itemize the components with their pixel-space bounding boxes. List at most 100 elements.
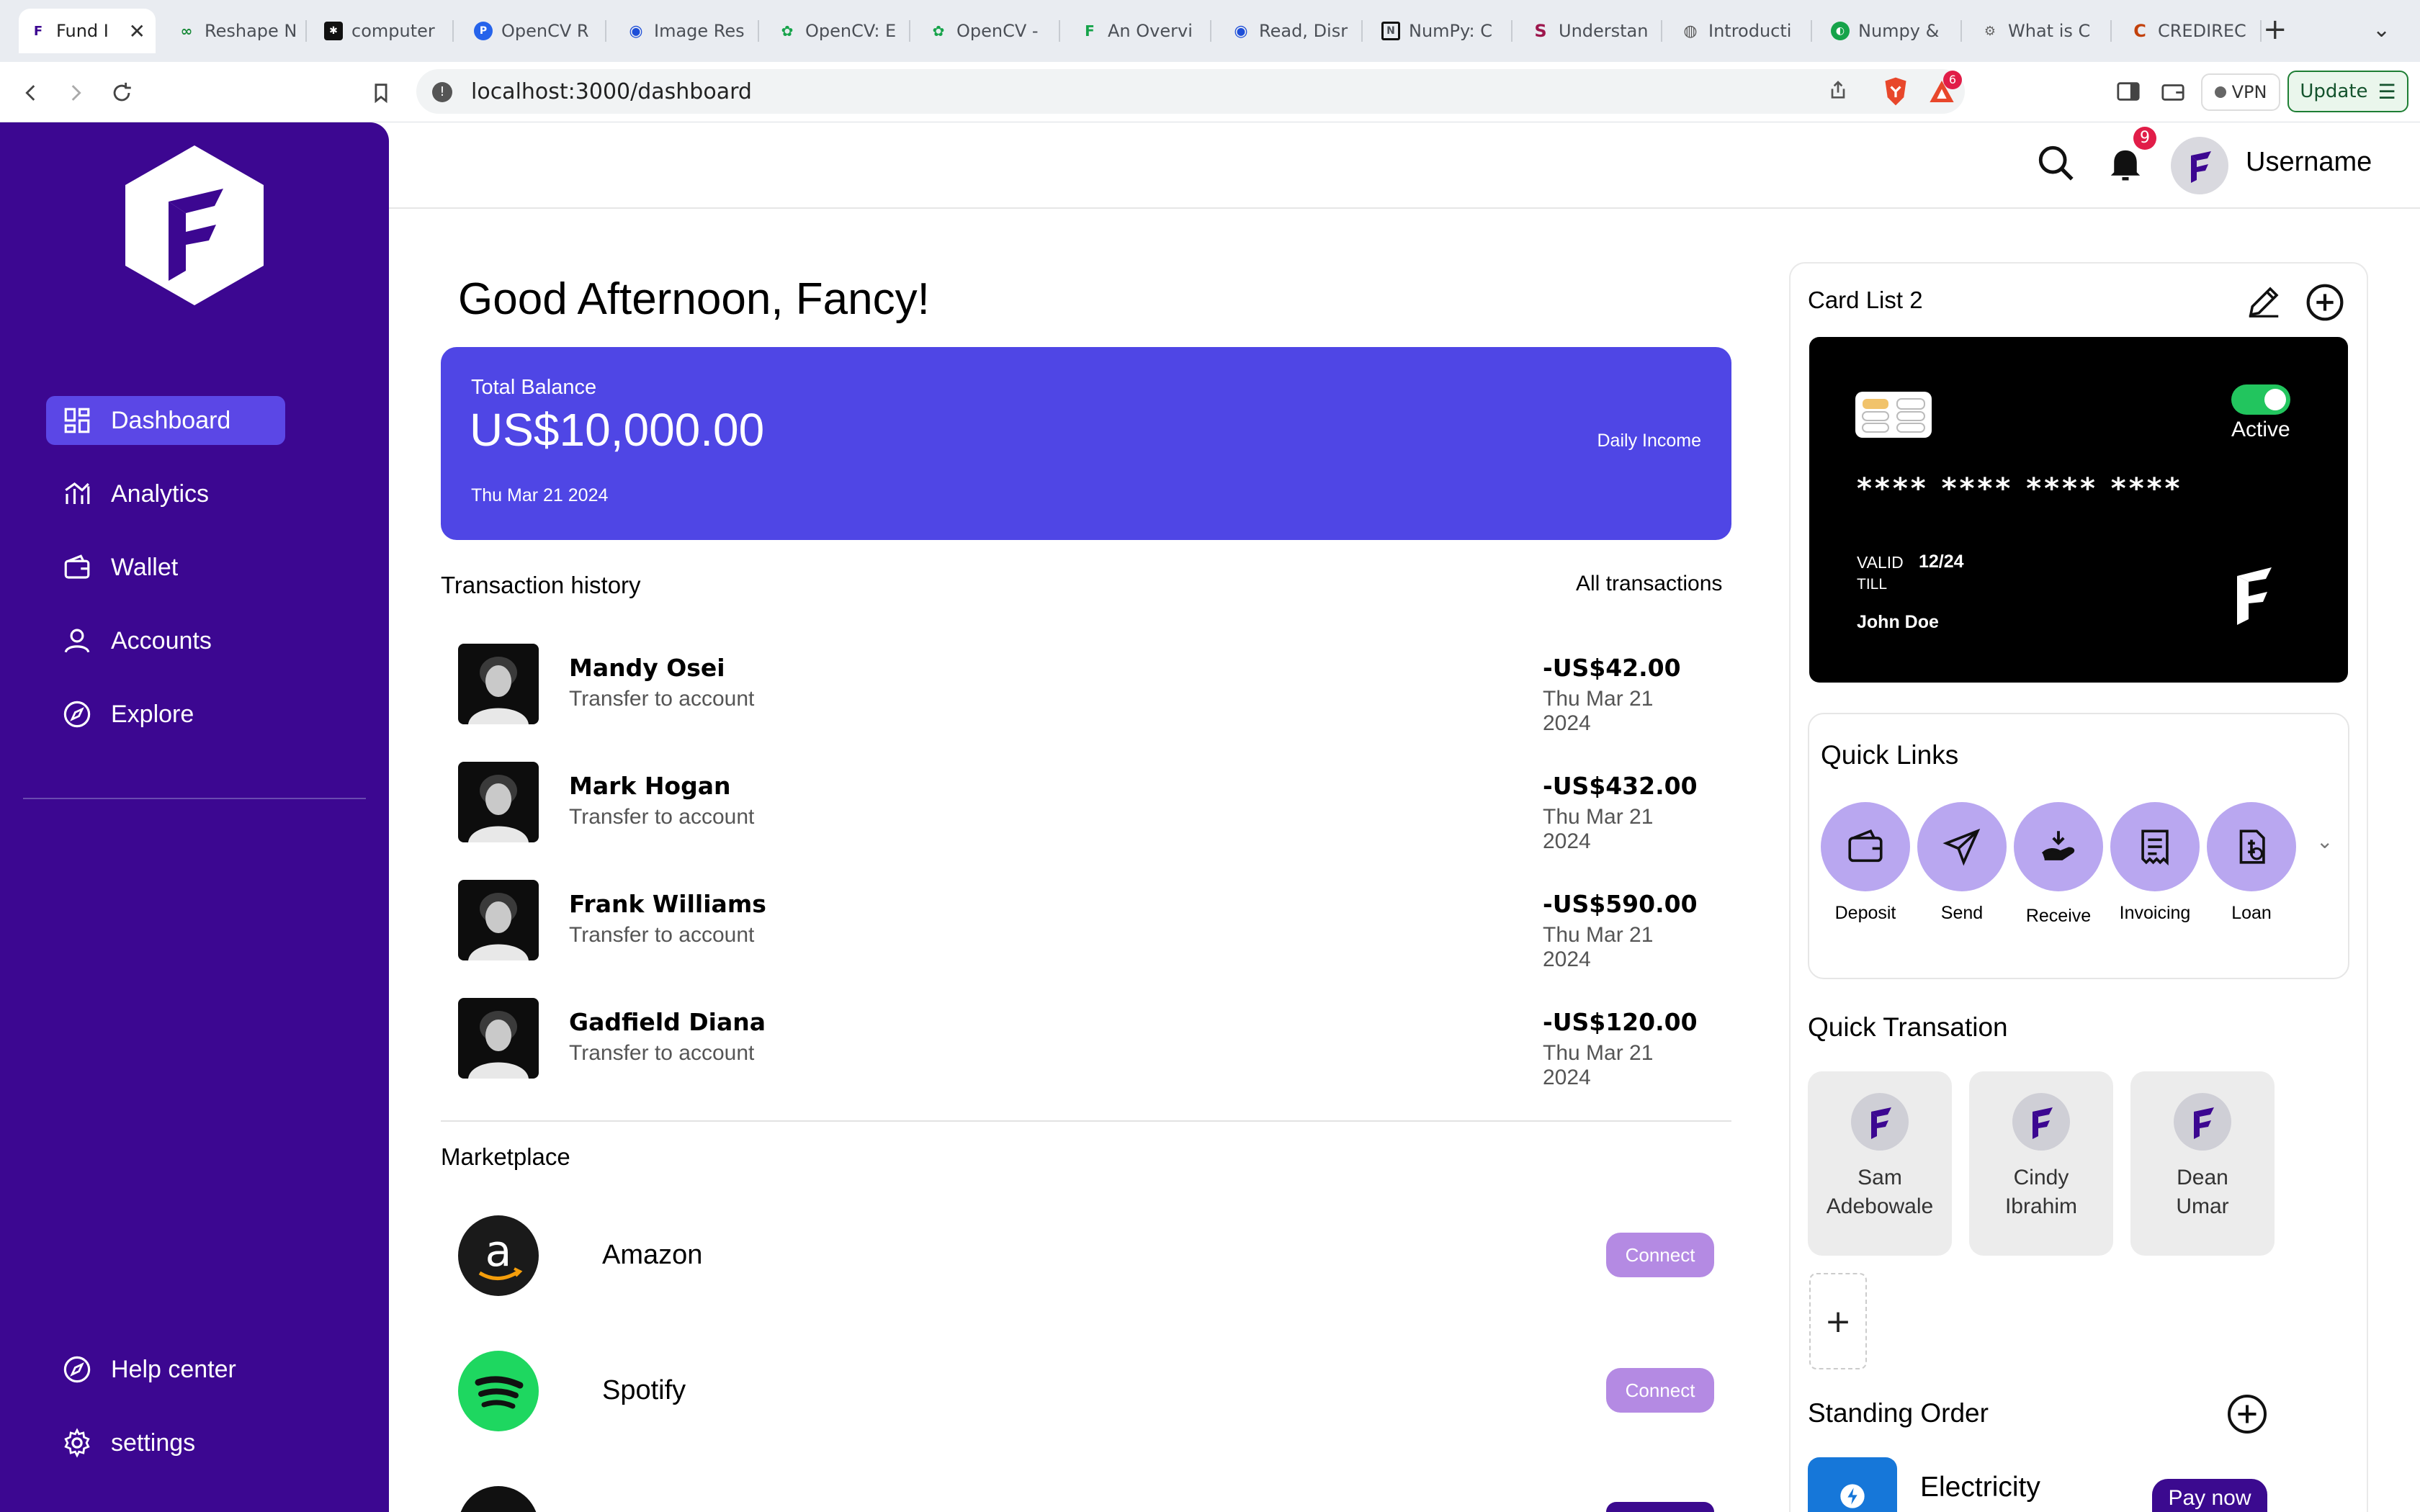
card-expiry: 12/24: [1919, 552, 1964, 572]
bookmark-icon[interactable]: [369, 81, 393, 105]
quick-link-loan[interactable]: Loan: [2207, 802, 2296, 924]
vpn-button[interactable]: VPN: [2201, 73, 2280, 111]
table-row[interactable]: Mandy Osei Transfer to account -US$42.00…: [458, 644, 1714, 735]
quick-link-receive[interactable]: Receive: [2014, 802, 2103, 927]
sidebar-item-wallet[interactable]: Wallet: [46, 543, 285, 592]
browser-tab-active[interactable]: F Fund I ✕: [19, 9, 156, 53]
analytics-icon: [65, 482, 90, 504]
sidebar-item-help-center[interactable]: Help center: [46, 1345, 285, 1394]
connect-button-partial[interactable]: [1606, 1502, 1714, 1512]
browser-tab[interactable]: C CREDIREC: [2120, 9, 2257, 53]
wallet-toolbar-icon[interactable]: [2161, 81, 2185, 102]
update-button[interactable]: Update ☰: [2287, 71, 2408, 112]
balance-amount: US$10,000.00: [470, 404, 765, 456]
favicon-icon: N: [1381, 22, 1400, 40]
tab-list-chevron-icon[interactable]: ⌄: [2372, 17, 2390, 42]
quick-link-label: Receive: [2025, 906, 2092, 926]
chevron-down-icon[interactable]: ⌄: [2316, 829, 2333, 853]
daily-income-label[interactable]: Daily Income: [1597, 431, 1702, 451]
credit-card[interactable]: Active **** **** **** **** VALID TILL 12…: [1809, 337, 2348, 683]
browser-tab[interactable]: ◍ Introducti: [1671, 9, 1808, 53]
pay-now-button[interactable]: Pay now: [2152, 1479, 2267, 1512]
loan-icon: [2239, 829, 2265, 864]
site-info-icon[interactable]: !: [432, 82, 452, 102]
table-row[interactable]: Frank Williams Transfer to account -US$5…: [458, 880, 1714, 971]
connect-button[interactable]: Connect: [1606, 1368, 1714, 1413]
search-icon[interactable]: [2035, 143, 2077, 184]
invoice-icon: [2141, 829, 2169, 866]
add-card-icon[interactable]: [2305, 282, 2345, 323]
share-icon[interactable]: [1827, 79, 1850, 102]
sidebar-item-label: Accounts: [111, 626, 212, 654]
transaction-name: Frank Williams: [569, 890, 766, 918]
favicon-icon: ✱: [324, 22, 343, 40]
quick-contact[interactable]: Sam Adebowale: [1808, 1071, 1952, 1256]
browser-tab[interactable]: ∞ Reshape N: [167, 9, 304, 53]
address-bar[interactable]: ! localhost:3000/dashboard: [416, 69, 1965, 114]
username[interactable]: Username: [2246, 147, 2372, 178]
browser-tab[interactable]: P OpenCV R: [464, 9, 601, 53]
back-icon[interactable]: [19, 81, 43, 105]
electricity-icon: [1808, 1457, 1897, 1512]
connect-button[interactable]: Connect: [1606, 1233, 1714, 1277]
all-transactions-link[interactable]: All transactions: [1576, 572, 1722, 596]
browser-tab[interactable]: ◉ Image Res: [617, 9, 753, 53]
card-brand-logo: [2237, 567, 2272, 625]
transaction-name: Mandy Osei: [569, 654, 725, 682]
new-tab-button[interactable]: +: [2263, 13, 2287, 46]
bell-icon[interactable]: [2106, 144, 2145, 184]
brave-shield-icon[interactable]: [1881, 76, 1910, 107]
transaction-amount: -US$432.00: [1543, 772, 1698, 800]
quick-link-deposit[interactable]: Deposit: [1821, 802, 1910, 924]
quick-link-invoicing[interactable]: Invoicing: [2110, 802, 2200, 924]
sidebar-item-explore[interactable]: Explore: [46, 690, 285, 739]
brand-logo-icon: [2033, 1107, 2053, 1139]
sidebar-item-dashboard[interactable]: Dashboard: [46, 396, 285, 445]
avatar: [2174, 1093, 2231, 1151]
sidebar-item-settings[interactable]: settings: [46, 1418, 285, 1467]
contact-last-name: Ibrahim: [2004, 1194, 2078, 1218]
sidebar-toggle-icon[interactable]: [2116, 81, 2141, 102]
browser-tab[interactable]: ◉ Read, Disr: [1222, 9, 1358, 53]
browser-tab[interactable]: ◐ Numpy &: [1821, 9, 1958, 53]
quick-contact[interactable]: Cindy Ibrahim: [1969, 1071, 2113, 1256]
sidebar-item-accounts[interactable]: Accounts: [46, 616, 285, 665]
quick-link-send[interactable]: Send: [1917, 802, 2007, 924]
sidebar-item-label: Wallet: [111, 553, 179, 581]
url-text[interactable]: localhost:3000/dashboard: [471, 79, 752, 104]
contact-last-name: Adebowale: [1826, 1194, 1934, 1218]
browser-tab[interactable]: ⚙ What is C: [1971, 9, 2107, 53]
browser-tab[interactable]: ✱ computer: [314, 9, 451, 53]
list-item: Spotify Connect: [458, 1351, 1714, 1434]
quick-link-label: Invoicing: [2119, 903, 2191, 923]
balance-date: Thu Mar 21 2024: [471, 485, 609, 505]
browser-tab[interactable]: ✿ OpenCV -: [919, 9, 1056, 53]
brand-logo[interactable]: [124, 144, 265, 307]
transaction-amount: -US$42.00: [1543, 654, 1681, 682]
contact-first-name: Dean: [2177, 1166, 2228, 1189]
close-tab-icon[interactable]: ✕: [129, 19, 145, 43]
edit-icon[interactable]: [2244, 282, 2283, 321]
browser-tab[interactable]: F An Overvi: [1070, 9, 1207, 53]
forward-icon[interactable]: [63, 81, 88, 105]
add-standing-order-icon[interactable]: [2226, 1392, 2269, 1436]
sidebar-item-analytics[interactable]: Analytics: [46, 469, 285, 518]
reload-icon[interactable]: [109, 81, 134, 105]
transaction-amount: -US$590.00: [1543, 890, 1698, 918]
tab-title: Read, Disr: [1259, 21, 1348, 41]
table-row[interactable]: Gadfield Diana Transfer to account -US$1…: [458, 998, 1714, 1089]
notification-badge: 9: [2133, 127, 2156, 150]
compass-icon: [63, 701, 91, 728]
browser-tab[interactable]: S Understan: [1521, 9, 1658, 53]
contact-first-name: Cindy: [2013, 1166, 2069, 1189]
active-toggle[interactable]: [2231, 384, 2290, 415]
table-row[interactable]: Mark Hogan Transfer to account -US$432.0…: [458, 762, 1714, 853]
browser-tab[interactable]: ✿ OpenCV: E: [768, 9, 905, 53]
tab-title: OpenCV -: [956, 21, 1039, 41]
avatar[interactable]: [2171, 137, 2228, 194]
quick-contact[interactable]: Dean Umar: [2130, 1071, 2275, 1256]
browser-tab[interactable]: N NumPy: C: [1371, 9, 1508, 53]
favicon-icon: F: [1085, 22, 1095, 40]
tab-title: Image Res: [654, 21, 745, 41]
add-contact-button[interactable]: +: [1809, 1273, 1867, 1369]
